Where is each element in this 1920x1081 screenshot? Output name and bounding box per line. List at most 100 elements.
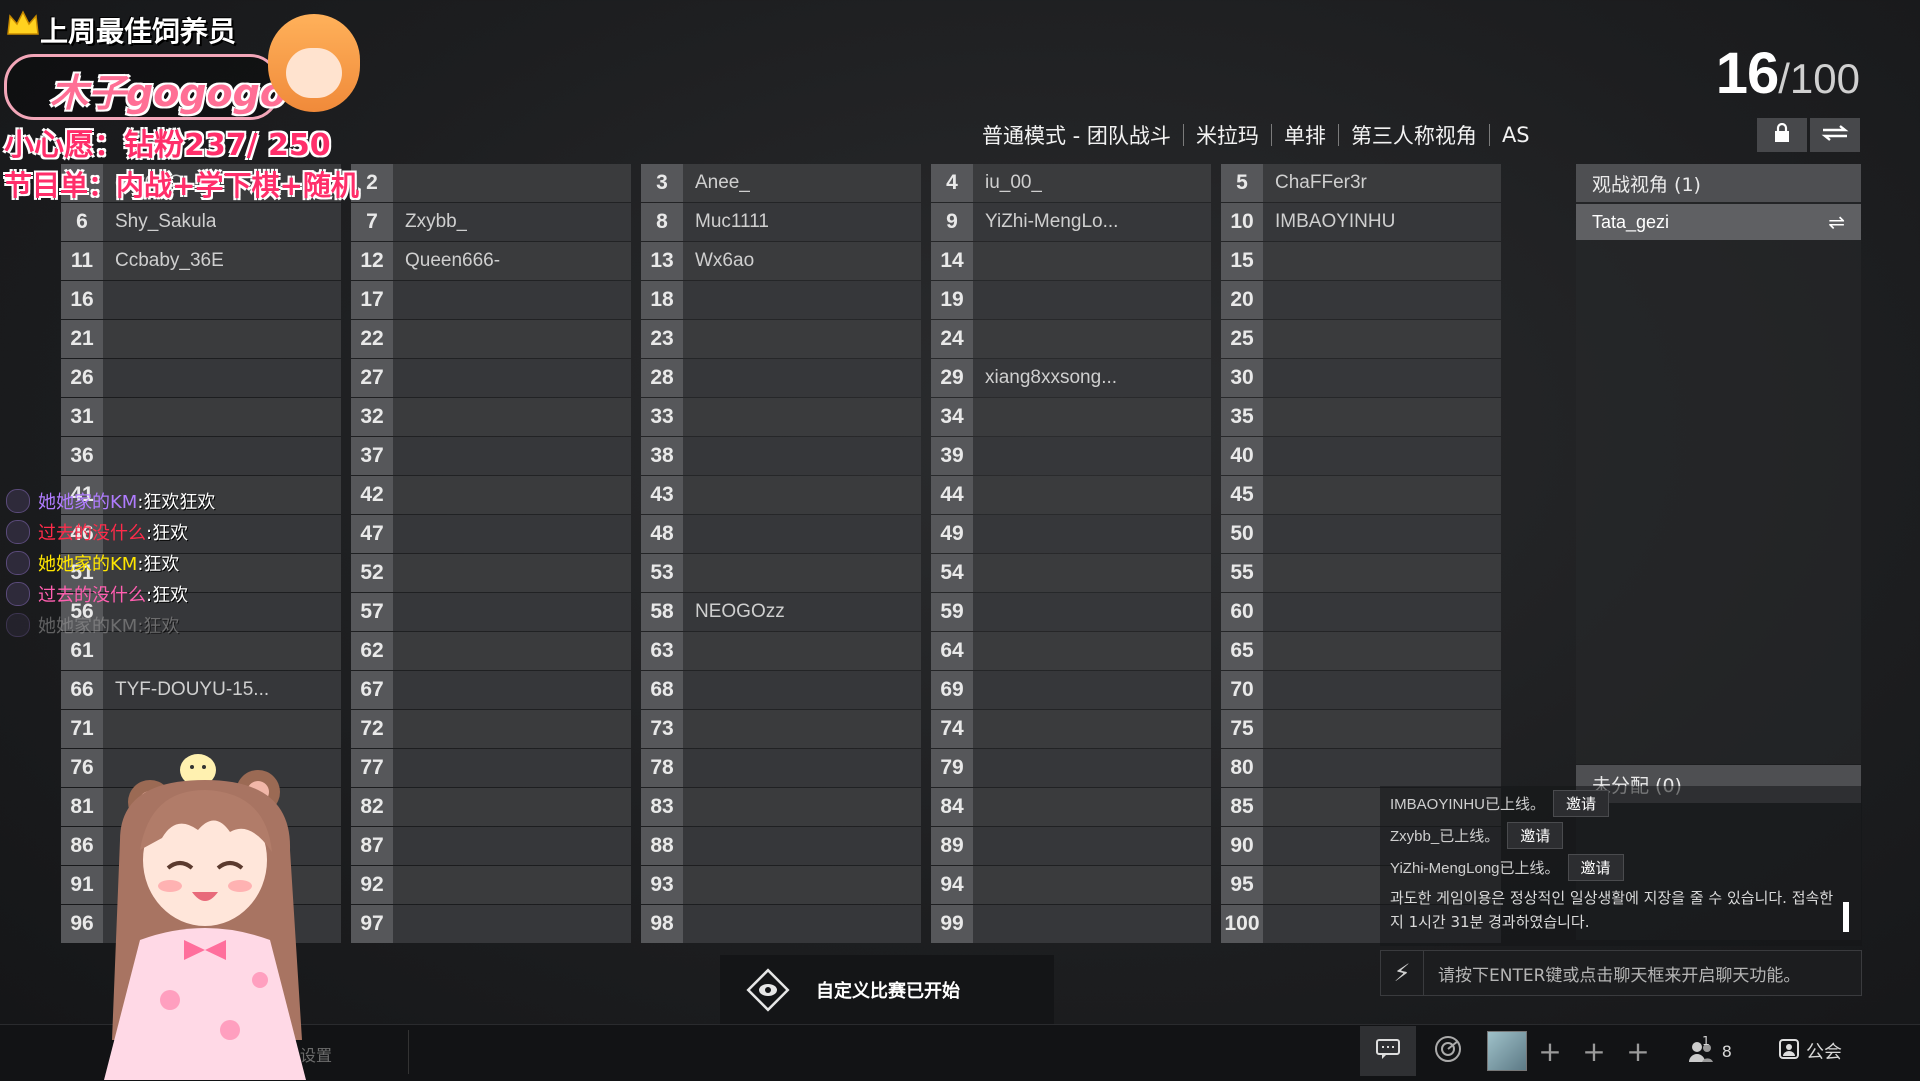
lock-button[interactable]	[1757, 118, 1807, 152]
slot-26[interactable]: 26	[61, 359, 341, 397]
slot-43[interactable]: 43	[641, 476, 921, 514]
slot-38[interactable]: 38	[641, 437, 921, 475]
slot-5[interactable]: 5 ChaFFer3r	[1221, 164, 1501, 202]
slot-45[interactable]: 45	[1221, 476, 1501, 514]
invite-button[interactable]: 邀请	[1507, 822, 1564, 849]
slot-30[interactable]: 30	[1221, 359, 1501, 397]
friends-button[interactable]: 1 8	[1680, 1026, 1740, 1076]
spectator-player-row[interactable]: Tata_gezi ⇌	[1576, 204, 1861, 240]
slot-93[interactable]: 93	[641, 866, 921, 904]
slot-3[interactable]: 3 Anee_	[641, 164, 921, 202]
slot-42[interactable]: 42	[351, 476, 631, 514]
invite-button[interactable]: 邀请	[1567, 854, 1624, 881]
slot-20[interactable]: 20	[1221, 281, 1501, 319]
slot-27[interactable]: 27	[351, 359, 631, 397]
slot-28[interactable]: 28	[641, 359, 921, 397]
invite-button[interactable]: 邀请	[1553, 790, 1610, 817]
spectator-header[interactable]: 观战视角 (1)	[1576, 164, 1861, 202]
slot-31[interactable]: 31	[61, 398, 341, 436]
slot-7[interactable]: 7 Zxybb_	[351, 203, 631, 241]
slot-number: 73	[641, 710, 683, 748]
slot-75[interactable]: 75	[1221, 710, 1501, 748]
slot-99[interactable]: 99	[931, 905, 1211, 943]
slot-59[interactable]: 59	[931, 593, 1211, 631]
slot-48[interactable]: 48	[641, 515, 921, 553]
slot-73[interactable]: 73	[641, 710, 921, 748]
slot-80[interactable]: 80	[1221, 749, 1501, 787]
slot-15[interactable]: 15	[1221, 242, 1501, 280]
slot-18[interactable]: 18	[641, 281, 921, 319]
guild-button[interactable]: 公会	[1770, 1026, 1850, 1076]
slot-6[interactable]: 6 Shy_Sakula	[61, 203, 341, 241]
slot-84[interactable]: 84	[931, 788, 1211, 826]
slot-63[interactable]: 63	[641, 632, 921, 670]
slot-68[interactable]: 68	[641, 671, 921, 709]
slot-78[interactable]: 78	[641, 749, 921, 787]
slot-29[interactable]: 29 xiang8xxsong...	[931, 359, 1211, 397]
slot-60[interactable]: 60	[1221, 593, 1501, 631]
slot-33[interactable]: 33	[641, 398, 921, 436]
add-party-member-button[interactable]: +	[1618, 1026, 1658, 1076]
slot-88[interactable]: 88	[641, 827, 921, 865]
slot-64[interactable]: 64	[931, 632, 1211, 670]
player-avatar-slot[interactable]	[1484, 1026, 1530, 1076]
notification-scrollbar[interactable]	[1843, 902, 1849, 932]
slot-70[interactable]: 70	[1221, 671, 1501, 709]
add-party-member-button[interactable]: +	[1574, 1026, 1614, 1076]
slot-66[interactable]: 66 TYF-DOUYU-15...	[61, 671, 341, 709]
slot-24[interactable]: 24	[931, 320, 1211, 358]
lightning-icon[interactable]: ⚡	[1381, 951, 1424, 995]
slot-47[interactable]: 47	[351, 515, 631, 553]
slot-53[interactable]: 53	[641, 554, 921, 592]
slot-17[interactable]: 17	[351, 281, 631, 319]
radar-button[interactable]	[1424, 1026, 1472, 1076]
slot-2[interactable]: 2	[351, 164, 631, 202]
slot-54[interactable]: 54	[931, 554, 1211, 592]
slot-23[interactable]: 23	[641, 320, 921, 358]
slot-58[interactable]: 58 NEOGOzz	[641, 593, 921, 631]
slot-94[interactable]: 94	[931, 866, 1211, 904]
slot-4[interactable]: 4 iu_00_	[931, 164, 1211, 202]
slot-74[interactable]: 74	[931, 710, 1211, 748]
slot-83[interactable]: 83	[641, 788, 921, 826]
slot-50[interactable]: 50	[1221, 515, 1501, 553]
slot-13[interactable]: 13 Wx6ao	[641, 242, 921, 280]
slot-37[interactable]: 37	[351, 437, 631, 475]
slot-36[interactable]: 36	[61, 437, 341, 475]
slot-44[interactable]: 44	[931, 476, 1211, 514]
slot-57[interactable]: 57	[351, 593, 631, 631]
slot-11[interactable]: 11 Ccbaby_36E	[61, 242, 341, 280]
slot-32[interactable]: 32	[351, 398, 631, 436]
slot-35[interactable]: 35	[1221, 398, 1501, 436]
slot-52[interactable]: 52	[351, 554, 631, 592]
slot-79[interactable]: 79	[931, 749, 1211, 787]
add-party-member-button[interactable]: +	[1530, 1026, 1570, 1076]
slot-62[interactable]: 62	[351, 632, 631, 670]
slot-98[interactable]: 98	[641, 905, 921, 943]
slot-12[interactable]: 12 Queen666-	[351, 242, 631, 280]
slot-22[interactable]: 22	[351, 320, 631, 358]
move-player-icon[interactable]: ⇌	[1828, 210, 1845, 235]
chat-toggle-button[interactable]	[1360, 1026, 1416, 1076]
slot-16[interactable]: 16	[61, 281, 341, 319]
slot-25[interactable]: 25	[1221, 320, 1501, 358]
slot-49[interactable]: 49	[931, 515, 1211, 553]
slot-40[interactable]: 40	[1221, 437, 1501, 475]
slot-9[interactable]: 9 YiZhi-MengLo...	[931, 203, 1211, 241]
slot-55[interactable]: 55	[1221, 554, 1501, 592]
slot-34[interactable]: 34	[931, 398, 1211, 436]
slot-69[interactable]: 69	[931, 671, 1211, 709]
chat-input[interactable]: ⚡ 请按下ENTER键或点击聊天框来开启聊天功能。	[1380, 950, 1862, 996]
slot-19[interactable]: 19	[931, 281, 1211, 319]
slot-21[interactable]: 21	[61, 320, 341, 358]
overlay-wish: 小心愿：钻粉237/ 250	[4, 128, 331, 163]
slot-65[interactable]: 65	[1221, 632, 1501, 670]
slot-8[interactable]: 8 Muc1111	[641, 203, 921, 241]
swap-button[interactable]	[1810, 118, 1860, 152]
slot-67[interactable]: 67	[351, 671, 631, 709]
slot-10[interactable]: 10 IMBAOYINHU	[1221, 203, 1501, 241]
guild-icon	[1778, 1038, 1800, 1065]
slot-39[interactable]: 39	[931, 437, 1211, 475]
slot-14[interactable]: 14	[931, 242, 1211, 280]
slot-89[interactable]: 89	[931, 827, 1211, 865]
